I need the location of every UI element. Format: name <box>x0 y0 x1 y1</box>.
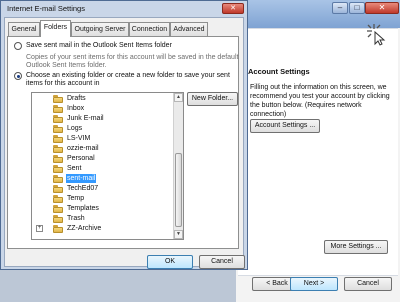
expand-icon[interactable]: + <box>36 225 43 232</box>
folder-item[interactable]: Inbox <box>32 104 172 114</box>
folder-icon <box>53 205 63 213</box>
choose-folder-label-line1: Choose an existing folder or create a ne… <box>26 72 230 79</box>
save-default-radio[interactable] <box>14 42 22 50</box>
folder-icon <box>53 95 63 103</box>
new-folder-button[interactable]: New Folder... <box>187 92 238 106</box>
folder-label: ozzie-mail <box>67 145 99 152</box>
folder-item[interactable]: Temp <box>32 194 172 204</box>
folder-label: ZZ-Archive <box>67 225 102 232</box>
folder-icon <box>53 125 63 133</box>
maximize-button[interactable]: □ <box>349 2 365 14</box>
more-settings-button[interactable]: More Settings ... <box>324 240 388 254</box>
folder-icon <box>53 135 63 143</box>
folder-label: sent-mail <box>66 174 97 183</box>
folder-item[interactable]: Drafts <box>32 94 172 104</box>
internet-email-settings-dialog: Internet E-mail Settings ✕ General Folde… <box>0 0 248 270</box>
folder-icon <box>53 145 63 153</box>
folder-label: TechEd07 <box>67 185 99 192</box>
folder-icon <box>53 115 63 123</box>
folder-item[interactable]: LS-VIM <box>32 134 172 144</box>
folder-label: Temp <box>67 195 85 202</box>
folder-icon <box>53 165 63 173</box>
save-default-desc-line2: Outlook Sent Items folder. <box>26 62 107 69</box>
account-settings-description: Filling out the information on this scre… <box>250 84 390 118</box>
folder-label: Trash <box>67 215 85 222</box>
folder-item-selected[interactable]: sent-mail <box>32 174 172 184</box>
sparkle-pointer-icon <box>367 24 386 46</box>
folder-label: Junk E-mail <box>67 115 104 122</box>
ok-button[interactable]: OK <box>147 255 193 269</box>
next-button[interactable]: Next > <box>290 277 338 291</box>
folder-label: Logs <box>67 125 83 132</box>
folder-label: Personal <box>67 155 95 162</box>
dialog-close-button[interactable]: ✕ <box>222 3 244 14</box>
folder-icon <box>53 105 63 113</box>
dialog-title: Internet E-mail Settings <box>7 4 85 13</box>
account-settings-content: Account Settings Filling out the informa… <box>238 28 398 276</box>
wizard-cancel-button[interactable]: Cancel <box>344 277 392 291</box>
save-default-label: Save sent mail in the Outlook Sent Items… <box>26 42 172 49</box>
folder-label: Inbox <box>67 105 85 112</box>
folder-item[interactable]: Templates <box>32 204 172 214</box>
folder-icon <box>53 185 63 193</box>
choose-folder-label-line2: items for this account in <box>26 80 100 87</box>
folder-tree-scrollbar[interactable]: ▲ ▼ <box>173 93 183 239</box>
scrollbar-thumb[interactable] <box>175 153 182 227</box>
folder-icon <box>53 155 63 163</box>
folder-item[interactable]: Personal <box>32 154 172 164</box>
folder-icon <box>53 175 63 183</box>
folder-icon <box>53 215 63 223</box>
folder-label: LS-VIM <box>67 135 91 142</box>
folder-icon <box>53 195 63 203</box>
folder-icon <box>53 225 63 233</box>
save-default-desc-line1: Copies of your sent items for this accou… <box>26 54 239 61</box>
tab-connection[interactable]: Connection <box>129 22 170 36</box>
folder-item[interactable]: TechEd07 <box>32 184 172 194</box>
folder-item[interactable]: ozzie-mail <box>32 144 172 154</box>
scroll-up-icon[interactable]: ▲ <box>174 93 183 102</box>
tab-advanced[interactable]: Advanced <box>170 22 208 36</box>
tab-general[interactable]: General <box>8 22 40 36</box>
tab-outgoing-server[interactable]: Outgoing Server <box>71 22 129 36</box>
folder-tree[interactable]: Drafts Inbox Junk E-mail Logs LS-VIM ozz… <box>31 92 184 240</box>
folder-item[interactable]: Sent <box>32 164 172 174</box>
choose-folder-radio[interactable] <box>14 72 22 80</box>
test-account-settings-button[interactable]: Account Settings ... <box>250 119 320 133</box>
folder-item[interactable]: Trash <box>32 214 172 224</box>
scroll-down-icon[interactable]: ▼ <box>174 230 183 239</box>
folder-item[interactable]: Logs <box>32 124 172 134</box>
account-settings-heading: Account Settings <box>248 67 310 76</box>
window-close-button[interactable]: ✕ <box>365 2 399 14</box>
folder-item[interactable]: + ZZ-Archive <box>32 224 172 234</box>
folder-item[interactable]: Junk E-mail <box>32 114 172 124</box>
tab-folders[interactable]: Folders <box>40 20 71 37</box>
folder-label: Drafts <box>67 95 86 102</box>
cancel-button[interactable]: Cancel <box>199 255 245 269</box>
folder-label: Templates <box>67 205 99 212</box>
folder-label: Sent <box>67 165 82 172</box>
minimize-button[interactable]: – <box>332 2 348 14</box>
